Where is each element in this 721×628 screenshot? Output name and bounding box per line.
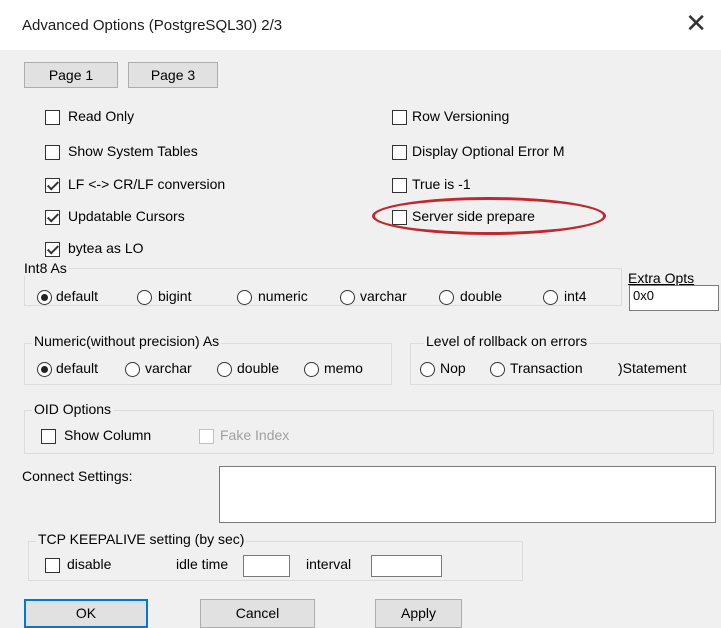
- rollback-radio-transaction-label: Transaction: [510, 360, 583, 376]
- int8-radio-default[interactable]: [37, 290, 52, 305]
- lf-conversion-label: LF <-> CR/LF conversion: [68, 176, 226, 192]
- interval-input[interactable]: [371, 555, 442, 577]
- numeric-radio-memo[interactable]: [304, 362, 319, 377]
- rollback-radio-nop[interactable]: [420, 362, 435, 377]
- display-optional-error-label: Display Optional Error M: [412, 143, 565, 159]
- ok-button[interactable]: OK: [24, 599, 148, 628]
- int8-radio-int4[interactable]: [543, 290, 558, 305]
- window-title: Advanced Options (PostgreSQL30) 2/3: [22, 17, 283, 34]
- int8-radio-default-label: default: [56, 288, 99, 304]
- rollback-radio-transaction[interactable]: [490, 362, 505, 377]
- fake-index-checkbox[interactable]: [199, 429, 214, 444]
- idle-time-label: idle time: [176, 556, 229, 572]
- updatable-cursors-checkbox[interactable]: [45, 210, 60, 225]
- show-column-label: Show Column: [64, 427, 152, 443]
- numeric-radio-default-label: default: [56, 360, 99, 376]
- page1-button[interactable]: Page 1: [24, 62, 118, 88]
- int8-as-group: [24, 268, 622, 306]
- cancel-button[interactable]: Cancel: [200, 599, 315, 628]
- apply-button[interactable]: Apply: [375, 599, 462, 628]
- int8-radio-numeric[interactable]: [237, 290, 252, 305]
- display-optional-error-checkbox[interactable]: [392, 145, 407, 160]
- read-only-label: Read Only: [68, 108, 135, 124]
- rollback-radio-statement-label[interactable]: )Statement: [618, 360, 686, 376]
- bytea-as-lo-label: bytea as LO: [68, 240, 144, 256]
- oid-options-title: OID Options: [32, 401, 114, 417]
- show-system-tables-checkbox[interactable]: [45, 145, 60, 160]
- int8-radio-varchar[interactable]: [340, 290, 355, 305]
- numeric-radio-memo-label: memo: [324, 360, 363, 376]
- interval-label: interval: [306, 556, 352, 572]
- int8-as-title: Int8 As: [22, 260, 69, 276]
- updatable-cursors-label: Updatable Cursors: [68, 208, 185, 224]
- read-only-checkbox[interactable]: [45, 110, 60, 125]
- int8-radio-bigint[interactable]: [137, 290, 152, 305]
- keepalive-disable-checkbox[interactable]: [45, 558, 60, 573]
- row-versioning-checkbox[interactable]: [392, 110, 407, 125]
- bytea-as-lo-checkbox[interactable]: [45, 242, 60, 257]
- idle-time-input[interactable]: [243, 555, 290, 577]
- numeric-radio-double[interactable]: [217, 362, 232, 377]
- connect-settings-label: Connect Settings:: [22, 468, 133, 484]
- numeric-radio-varchar[interactable]: [125, 362, 140, 377]
- extra-opts-label: Extra Opts: [628, 270, 695, 286]
- tcp-keepalive-title: TCP KEEPALIVE setting (by sec): [36, 531, 247, 547]
- keepalive-disable-label: disable: [67, 556, 112, 572]
- fake-index-label: Fake Index: [220, 427, 290, 443]
- numeric-radio-default[interactable]: [37, 362, 52, 377]
- numeric-radio-double-label: double: [237, 360, 280, 376]
- lf-conversion-checkbox[interactable]: [45, 178, 60, 193]
- page3-button[interactable]: Page 3: [128, 62, 218, 88]
- rollback-radio-nop-label: Nop: [440, 360, 466, 376]
- numeric-radio-varchar-label: varchar: [145, 360, 192, 376]
- show-column-checkbox[interactable]: [41, 429, 56, 444]
- row-versioning-label: Row Versioning: [412, 108, 510, 124]
- extra-opts-input[interactable]: 0x0: [629, 285, 719, 311]
- numeric-as-title: Numeric(without precision) As: [32, 333, 222, 349]
- rollback-title: Level of rollback on errors: [424, 333, 590, 349]
- int8-radio-bigint-label: bigint: [158, 288, 192, 304]
- true-is-minus1-checkbox[interactable]: [392, 178, 407, 193]
- int8-radio-numeric-label: numeric: [258, 288, 308, 304]
- int8-radio-double[interactable]: [439, 290, 454, 305]
- int8-radio-varchar-label: varchar: [360, 288, 407, 304]
- show-system-tables-label: Show System Tables: [68, 143, 198, 159]
- int8-radio-double-label: double: [460, 288, 503, 304]
- connect-settings-textarea[interactable]: [219, 466, 716, 523]
- highlight-ellipse: [372, 197, 606, 235]
- true-is-minus1-label: True is -1: [412, 176, 471, 192]
- close-icon[interactable]: ✕: [685, 10, 707, 36]
- int8-radio-int4-label: int4: [564, 288, 587, 304]
